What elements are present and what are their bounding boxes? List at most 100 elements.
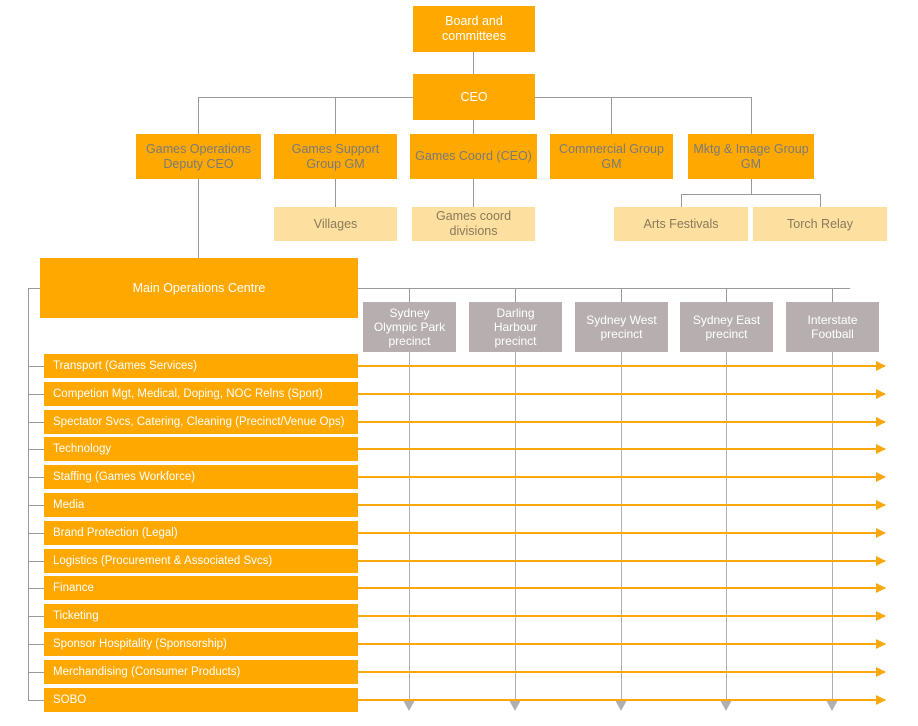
- node-torch-relay[interactable]: Torch Relay: [753, 207, 887, 241]
- node-precinct-sydney-olympic-park[interactable]: Sydney Olympic Park precinct: [363, 302, 456, 352]
- function-flow-arrow: [358, 417, 886, 427]
- function-flow-arrow: [358, 500, 886, 510]
- function-flow-arrow: [358, 583, 886, 593]
- org-chart-canvas: Board and committees CEO Games Operation…: [0, 0, 918, 726]
- column-line-sydney-east: [720, 352, 732, 711]
- column-line-interstate-football: [826, 352, 838, 711]
- function-flow-arrow: [358, 472, 886, 482]
- function-flow-arrow: [358, 639, 886, 649]
- connector-gamesops-to-moc: [198, 179, 199, 258]
- connector-spine-stub: [28, 616, 44, 617]
- node-arts-festivals[interactable]: Arts Festivals: [614, 207, 748, 241]
- connector-drop-division-2: [335, 97, 336, 134]
- node-label: Mktg & Image Group GM: [693, 141, 809, 171]
- function-flow-arrow: [358, 444, 886, 454]
- connector-spine-stub: [28, 394, 44, 395]
- function-row[interactable]: Merchandising (Consumer Products): [44, 660, 358, 684]
- node-label: Games Operations Deputy CEO: [146, 141, 251, 171]
- function-row-label: Media: [53, 499, 85, 511]
- connector-spine-stub: [28, 366, 44, 367]
- function-flow-arrow: [358, 361, 886, 371]
- connector-mktg-stem: [751, 179, 752, 194]
- function-row-label: Technology: [53, 443, 112, 455]
- function-row[interactable]: Sponsor Hospitality (Sponsorship): [44, 632, 358, 656]
- connector-spine-stub: [28, 449, 44, 450]
- connector-spine-stub: [28, 505, 44, 506]
- node-label: CEO: [460, 89, 488, 104]
- connector-board-to-ceo: [473, 52, 474, 74]
- node-precinct-sydney-east[interactable]: Sydney East precinct: [680, 302, 773, 352]
- node-games-support-group-gm[interactable]: Games Support Group GM: [274, 134, 397, 179]
- connector-spine-stub: [28, 588, 44, 589]
- node-label: Torch Relay: [787, 216, 853, 231]
- function-row[interactable]: SOBO: [44, 688, 358, 712]
- function-row[interactable]: Spectator Svcs, Catering, Cleaning (Prec…: [44, 410, 358, 434]
- node-precinct-interstate-football[interactable]: Interstate Football: [786, 302, 879, 352]
- connector-spine-stub: [28, 533, 44, 534]
- connector-spine-stub: [28, 672, 44, 673]
- node-main-operations-centre[interactable]: Main Operations Centre: [40, 258, 358, 318]
- function-row-label: Logistics (Procurement & Associated Svcs…: [53, 555, 273, 567]
- function-row-label: Sponsor Hospitality (Sponsorship): [53, 638, 227, 650]
- function-row-label: Ticketing: [53, 610, 99, 622]
- function-row[interactable]: Brand Protection (Legal): [44, 521, 358, 545]
- node-board-and-committees[interactable]: Board and committees: [413, 6, 535, 52]
- connector-moc-to-precinct-bus: [358, 288, 850, 289]
- node-label: Arts Festivals: [643, 216, 719, 231]
- connector-drop-precinct-4: [726, 288, 727, 302]
- connector-spine-stub: [28, 700, 44, 701]
- node-ceo[interactable]: CEO: [413, 74, 535, 120]
- function-row[interactable]: Transport (Games Services): [44, 354, 358, 378]
- function-flow-arrow: [358, 389, 886, 399]
- node-label: Interstate Football: [807, 312, 858, 341]
- function-row[interactable]: Finance: [44, 576, 358, 600]
- node-mktg-and-image-group-gm[interactable]: Mktg & Image Group GM: [688, 134, 814, 179]
- function-row[interactable]: Logistics (Procurement & Associated Svcs…: [44, 549, 358, 573]
- function-row-label: Competion Mgt, Medical, Doping, NOC Reln…: [53, 388, 323, 400]
- node-games-coord-divisions[interactable]: Games coord divisions: [412, 207, 535, 241]
- function-flow-arrow: [358, 611, 886, 621]
- node-villages[interactable]: Villages: [274, 207, 397, 241]
- node-label: Sydney West precinct: [586, 312, 657, 341]
- function-row[interactable]: Ticketing: [44, 604, 358, 628]
- function-row-label: Spectator Svcs, Catering, Cleaning (Prec…: [53, 416, 345, 428]
- function-row-label: Merchandising (Consumer Products): [53, 666, 241, 678]
- node-label: Sydney East precinct: [692, 312, 761, 341]
- node-commercial-group-gm[interactable]: Commercial Group GM: [550, 134, 673, 179]
- function-row-label: SOBO: [53, 694, 87, 706]
- function-flow-arrow: [358, 667, 886, 677]
- function-row-label: Brand Protection (Legal): [53, 527, 178, 539]
- function-row[interactable]: Technology: [44, 437, 358, 461]
- node-label: Sydney Olympic Park precinct: [373, 305, 446, 349]
- node-label: Games coord divisions: [435, 209, 512, 238]
- function-row-label: Finance: [53, 582, 94, 594]
- connector-drop-division-1: [198, 97, 199, 134]
- connector-drop-precinct-2: [515, 288, 516, 302]
- node-games-operations-deputy-ceo[interactable]: Games Operations Deputy CEO: [136, 134, 261, 179]
- function-flow-arrow: [358, 556, 886, 566]
- node-label: Games Support Group GM: [291, 141, 380, 171]
- connector-spine-stub: [28, 561, 44, 562]
- function-row[interactable]: Competion Mgt, Medical, Doping, NOC Reln…: [44, 382, 358, 406]
- column-line-darling-harbour: [509, 352, 521, 711]
- connector-drop-precinct-5: [832, 288, 833, 302]
- node-games-coord-ceo[interactable]: Games Coord (CEO): [410, 134, 537, 179]
- function-row[interactable]: Media: [44, 493, 358, 517]
- node-label: Darling Harbour precinct: [493, 305, 538, 349]
- node-precinct-darling-harbour[interactable]: Darling Harbour precinct: [469, 302, 562, 352]
- connector-drop-precinct-3: [621, 288, 622, 302]
- connector-spine-stub: [28, 477, 44, 478]
- connector-drop-division-5: [751, 97, 752, 134]
- connector-gamescoord-to-divisions: [473, 179, 474, 207]
- connector-drop-division-4: [611, 97, 612, 134]
- connector-drop-arts-festivals: [681, 194, 682, 207]
- connector-drop-torch-relay: [820, 194, 821, 207]
- node-label: Board and committees: [442, 14, 506, 43]
- connector-left-spine: [28, 288, 29, 701]
- function-row[interactable]: Staffing (Games Workforce): [44, 465, 358, 489]
- column-line-sydney-olympic-park: [403, 352, 415, 711]
- column-line-sydney-west: [615, 352, 627, 711]
- function-flow-arrow: [358, 695, 886, 705]
- function-flow-arrow: [358, 528, 886, 538]
- node-precinct-sydney-west[interactable]: Sydney West precinct: [575, 302, 668, 352]
